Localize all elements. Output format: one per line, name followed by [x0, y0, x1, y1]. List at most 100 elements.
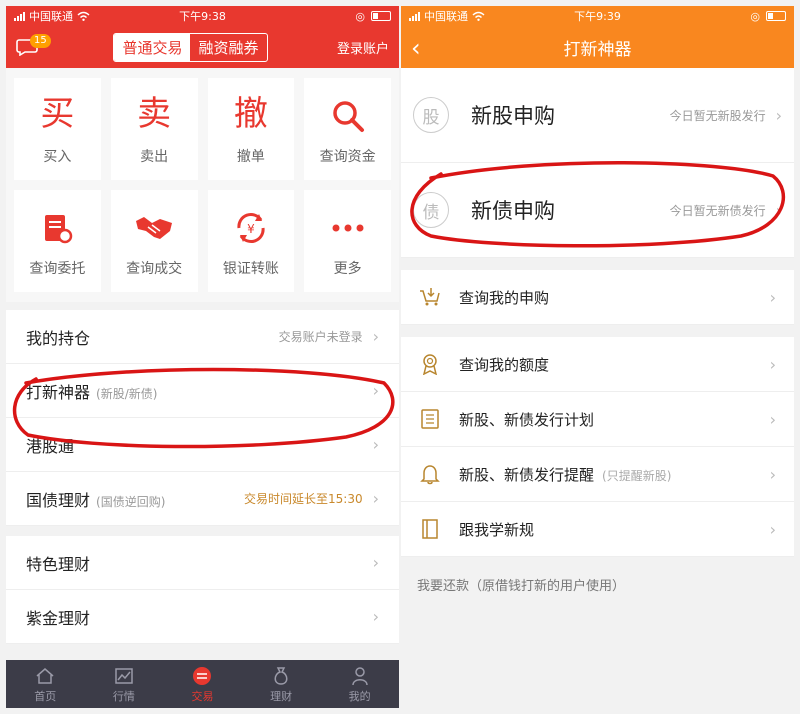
list-item-positions[interactable]: 我的持仓 交易账户未登录 ›: [6, 310, 399, 364]
status-bar: 中国联通 下午9:39 ◎: [401, 6, 794, 26]
cancel-order-label: 撤单: [236, 149, 265, 165]
query-orders-label: 查询委托: [29, 261, 86, 277]
chevron-right-icon: ›: [775, 200, 782, 220]
award-ribbon-icon: [419, 353, 441, 375]
action-grid: 买 买入 卖 卖出 撤 撤单 查询资金 查询委托 查询成交 ¥ 银证转账 更多: [6, 68, 399, 302]
new-stock-subscribe-label: 新股申购: [471, 104, 555, 128]
money-bag-icon: [272, 664, 290, 688]
left-screen: 中国联通 下午9:38 ◎ 15 普通交易 融资融券 登录账户 买 买入 卖 卖…: [6, 6, 399, 708]
sell-button[interactable]: 卖 卖出: [110, 78, 198, 180]
signal-icon: [14, 11, 25, 21]
chevron-right-icon: ›: [775, 105, 782, 125]
learn-new-rules-row[interactable]: 跟我学新规 ›: [401, 502, 794, 557]
new-stock-subscribe-row[interactable]: 股 新股申购 今日暂无新股发行 ›: [401, 68, 794, 163]
repayment-link[interactable]: 我要还款（原借钱打新的用户使用）: [401, 557, 794, 612]
list-item-label: 我的持仓: [26, 328, 91, 348]
chevron-right-icon: ›: [372, 327, 379, 346]
carrier-label: 中国联通: [29, 10, 73, 23]
list-item-subtitle: (只提醒新股): [602, 468, 672, 483]
message-button[interactable]: 15: [16, 34, 51, 60]
sell-label: 卖出: [140, 149, 169, 165]
query-funds-label: 查询资金: [319, 149, 376, 165]
battery-icon: [371, 11, 391, 21]
tab-margin-trade[interactable]: 融资融券: [190, 34, 266, 61]
list-item-label: 国债理财: [26, 490, 91, 510]
rotation-lock-icon: ◎: [355, 9, 365, 23]
cancel-glyph: 撤: [233, 94, 268, 134]
tab-home[interactable]: 首页: [34, 664, 56, 704]
buy-label: 买入: [43, 149, 72, 165]
list-item-zijin-finance[interactable]: 紫金理财 ›: [6, 590, 399, 644]
wifi-icon: [77, 11, 90, 21]
order-clipboard-icon: [40, 204, 74, 252]
tab-label: 理财: [270, 690, 293, 703]
login-account-link[interactable]: 登录账户: [337, 38, 389, 57]
book-icon: [419, 518, 441, 540]
new-bond-subscribe-label: 新债申购: [471, 199, 555, 223]
chevron-right-icon: ›: [769, 464, 776, 484]
back-arrow-icon[interactable]: ‹: [411, 34, 421, 62]
list-item-featured-finance[interactable]: 特色理财 ›: [6, 536, 399, 590]
list-item-label: 特色理财: [26, 554, 91, 574]
tab-label: 交易: [191, 690, 214, 703]
no-new-stock-text: 今日暂无新股发行: [669, 108, 766, 123]
rotation-lock-icon: ◎: [750, 9, 760, 23]
message-count-badge: 15: [30, 34, 51, 48]
wifi-icon: [472, 11, 485, 21]
bottom-tab-bar: 首页 行情 交易 理财 我的: [6, 660, 399, 708]
cancel-order-button[interactable]: 撤 撤单: [207, 78, 295, 180]
trading-hours-note: 交易时间延长至15:30: [244, 492, 363, 506]
query-my-subscriptions-row[interactable]: 查询我的申购 ›: [401, 270, 794, 325]
list-item-subtitle: (国债逆回购): [96, 494, 166, 509]
trade-mode-switch: 普通交易 融资融券: [113, 32, 268, 62]
list-item-label: 查询我的申购: [459, 288, 550, 307]
new-bond-subscribe-row[interactable]: 债 新债申购 今日暂无新债发行 ›: [401, 163, 794, 258]
chevron-right-icon: ›: [372, 607, 379, 626]
query-my-quota-row[interactable]: 查询我的额度 ›: [401, 337, 794, 392]
tab-market[interactable]: 行情: [113, 664, 135, 704]
trade-menu-list: 我的持仓 交易账户未登录 › 打新神器 (新股/新债) › 港股通 › 国债理财 (国…: [6, 310, 399, 526]
carrier-label: 中国联通: [424, 10, 468, 23]
chevron-right-icon: ›: [372, 489, 379, 508]
list-item-label: 新股、新债发行提醒: [459, 465, 595, 484]
tab-trade[interactable]: 交易: [191, 664, 213, 704]
issuance-plan-row[interactable]: 新股、新债发行计划 ›: [401, 392, 794, 447]
list-item-label: 紫金理财: [26, 608, 91, 628]
tab-normal-trade[interactable]: 普通交易: [114, 33, 191, 61]
home-icon: [35, 664, 55, 688]
list-item-label: 新股、新债发行计划: [459, 410, 595, 429]
tab-mine[interactable]: 我的: [349, 664, 371, 704]
tab-label: 行情: [112, 690, 135, 703]
query-orders-button[interactable]: 查询委托: [14, 190, 101, 292]
login-status-text: 交易账户未登录: [278, 330, 363, 344]
more-dots-icon: [331, 204, 365, 252]
tab-finance[interactable]: 理财: [270, 664, 292, 704]
svg-text:¥: ¥: [247, 222, 255, 236]
buy-glyph: 买: [40, 94, 75, 134]
more-label: 更多: [333, 261, 362, 277]
query-funds-button[interactable]: 查询资金: [304, 78, 391, 180]
list-doc-icon: [419, 408, 441, 430]
list-item-ipo-tool[interactable]: 打新神器 (新股/新债) ›: [6, 364, 399, 418]
more-button[interactable]: 更多: [304, 190, 391, 292]
bank-transfer-button[interactable]: ¥ 银证转账: [207, 190, 295, 292]
search-icon: [330, 92, 366, 140]
list-item-label: 跟我学新规: [459, 520, 535, 539]
list-item-hk-connect[interactable]: 港股通 ›: [6, 418, 399, 472]
stock-badge-icon: 股: [413, 97, 449, 133]
chevron-right-icon: ›: [769, 287, 776, 307]
no-new-bond-text: 今日暂无新债发行: [669, 203, 766, 218]
chevron-right-icon: ›: [769, 409, 776, 429]
query-deals-label: 查询成交: [126, 261, 183, 277]
status-bar: 中国联通 下午9:38 ◎: [6, 6, 399, 26]
bank-transfer-label: 银证转账: [222, 261, 279, 277]
buy-button[interactable]: 买 买入: [14, 78, 101, 180]
query-deals-button[interactable]: 查询成交: [110, 190, 198, 292]
ipo-tool-header: ‹ 打新神器: [401, 26, 794, 68]
list-item-bond-finance[interactable]: 国债理财 (国债逆回购) 交易时间延长至15:30 ›: [6, 472, 399, 526]
page-title: 打新神器: [563, 39, 632, 60]
right-screen: 中国联通 下午9:39 ◎ ‹ 打新神器 股 新股申购 今日暂无新股发行 › 债 …: [401, 6, 794, 708]
chevron-right-icon: ›: [372, 435, 379, 454]
issuance-reminder-row[interactable]: 新股、新债发行提醒 (只提醒新股) ›: [401, 447, 794, 502]
cart-download-icon: [419, 287, 441, 307]
